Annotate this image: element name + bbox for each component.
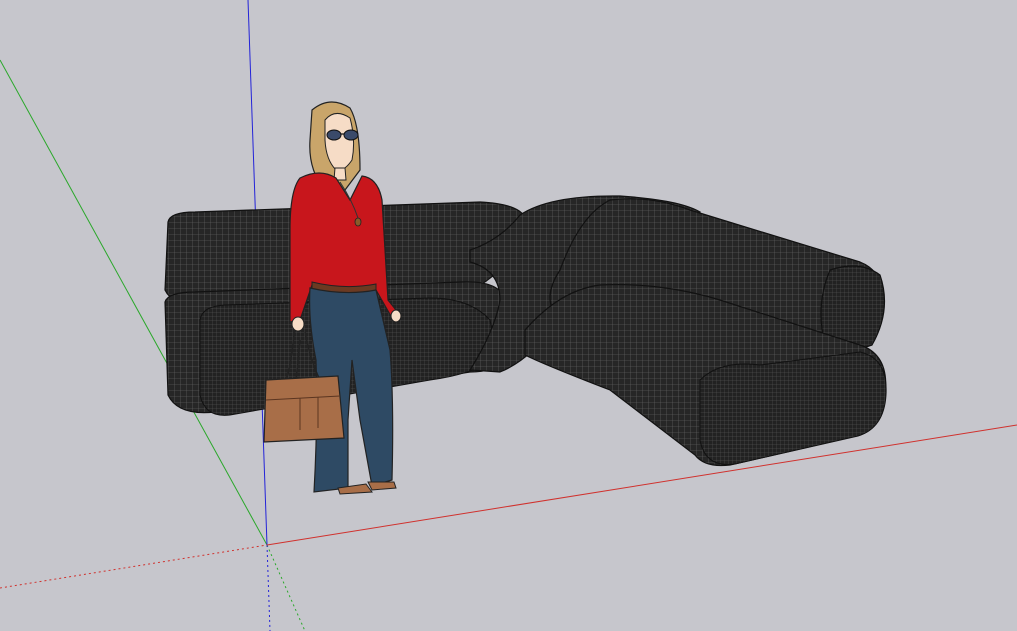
figure-left-hand	[291, 316, 305, 332]
3d-modeling-viewport[interactable]	[0, 0, 1017, 631]
figure-right-hand	[390, 309, 402, 323]
red-axis-negative	[0, 544, 268, 589]
green-axis-negative	[266, 544, 306, 631]
blue-axis-negative	[266, 544, 271, 631]
scene-canvas[interactable]	[0, 0, 1017, 631]
sofa-right-seat-front	[699, 351, 887, 465]
